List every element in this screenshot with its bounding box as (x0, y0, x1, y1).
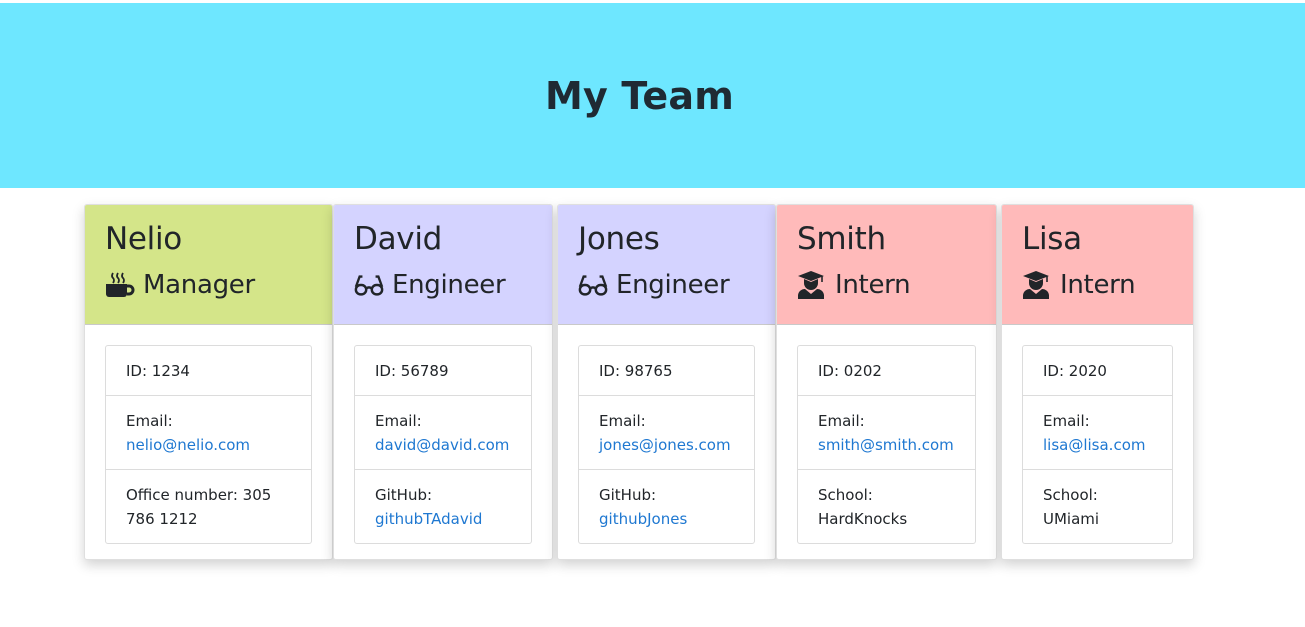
email-item: Email: smith@smith.com (798, 396, 975, 470)
github-label: GitHub: (375, 486, 433, 504)
card-header: David Engineer (334, 205, 552, 325)
employee-name: Smith (797, 221, 886, 257)
github-link[interactable]: githubJones (599, 510, 687, 528)
github-item: GitHub: githubTAdavid (355, 470, 531, 543)
graduate-icon (1022, 271, 1052, 299)
school-item: School: HardKnocks (798, 470, 975, 543)
email-item: Email: nelio@nelio.com (106, 396, 311, 470)
id-item: ID: 2020 (1023, 346, 1172, 396)
github-label: GitHub: (599, 486, 657, 504)
mug-icon (105, 271, 135, 299)
card-header: Smith Intern (777, 205, 996, 325)
info-list: ID: 2020 Email: lisa@lisa.com School: UM… (1022, 345, 1173, 544)
glasses-icon (578, 271, 608, 299)
school-value: HardKnocks (818, 510, 908, 528)
email-label: Email: (375, 412, 422, 430)
employee-role: Engineer (616, 270, 730, 300)
employee-card-engineer: Jones Engineer ID: 98765 Email: jones@jo… (557, 204, 776, 560)
id-item: ID: 1234 (106, 346, 311, 396)
info-list: ID: 98765 Email: jones@jones.com GitHub:… (578, 345, 755, 544)
school-value: UMiami (1043, 510, 1100, 528)
id-item: ID: 0202 (798, 346, 975, 396)
page-title: My Team (544, 73, 735, 118)
employee-card-intern: Lisa Intern ID: 2020 Email: lisa@lisa.co… (1001, 204, 1194, 560)
email-item: Email: lisa@lisa.com (1023, 396, 1172, 470)
github-item: GitHub: githubJones (579, 470, 754, 543)
email-label: Email: (599, 412, 646, 430)
github-link[interactable]: githubTAdavid (375, 510, 482, 528)
employee-name: Jones (578, 221, 660, 257)
employee-role: Manager (143, 270, 255, 300)
school-item: School: UMiami (1023, 470, 1172, 543)
office-number-item: Office number: 305 786 1212 (126, 486, 272, 528)
employee-role-heading: Manager (105, 267, 312, 303)
employee-name: David (354, 221, 443, 257)
graduate-icon (797, 271, 827, 299)
email-link[interactable]: jones@jones.com (599, 436, 731, 454)
id-item: ID: 98765 (579, 346, 754, 396)
email-link[interactable]: nelio@nelio.com (126, 436, 250, 454)
employee-role: Engineer (392, 270, 506, 300)
page-header: My Team (0, 3, 1305, 188)
email-link[interactable]: smith@smith.com (818, 436, 954, 454)
employee-role-heading: Engineer (354, 267, 532, 303)
info-list: ID: 0202 Email: smith@smith.com School: … (797, 345, 976, 544)
info-list: ID: 56789 Email: david@david.com GitHub:… (354, 345, 532, 544)
glasses-icon (354, 271, 384, 299)
card-header: Nelio Manager (85, 205, 332, 325)
employee-name: Lisa (1022, 221, 1082, 257)
school-label: School: (1043, 486, 1098, 504)
school-label: School: (818, 486, 873, 504)
email-label: Email: (818, 412, 865, 430)
employee-name: Nelio (105, 221, 182, 257)
email-item: Email: jones@jones.com (579, 396, 754, 470)
employee-role: Intern (1060, 270, 1136, 300)
employee-card-intern: Smith Intern ID: 0202 Email: smith@smith… (776, 204, 997, 560)
card-header: Jones Engineer (558, 205, 775, 325)
employee-role-heading: Intern (1022, 267, 1173, 303)
employee-card-manager: Nelio Manager ID: 1234 Email: nelio@neli… (84, 204, 333, 560)
email-label: Email: (1043, 412, 1090, 430)
info-list: ID: 1234 Email: nelio@nelio.com Office n… (105, 345, 312, 544)
employee-role: Intern (835, 270, 911, 300)
email-link[interactable]: lisa@lisa.com (1043, 436, 1146, 454)
employee-role-heading: Engineer (578, 267, 755, 303)
id-item: ID: 56789 (355, 346, 531, 396)
email-link[interactable]: david@david.com (375, 436, 509, 454)
employee-card-engineer: David Engineer ID: 56789 Email: david@da… (333, 204, 553, 560)
card-header: Lisa Intern (1002, 205, 1193, 325)
employee-role-heading: Intern (797, 267, 976, 303)
email-item: Email: david@david.com (355, 396, 531, 470)
email-label: Email: (126, 412, 173, 430)
